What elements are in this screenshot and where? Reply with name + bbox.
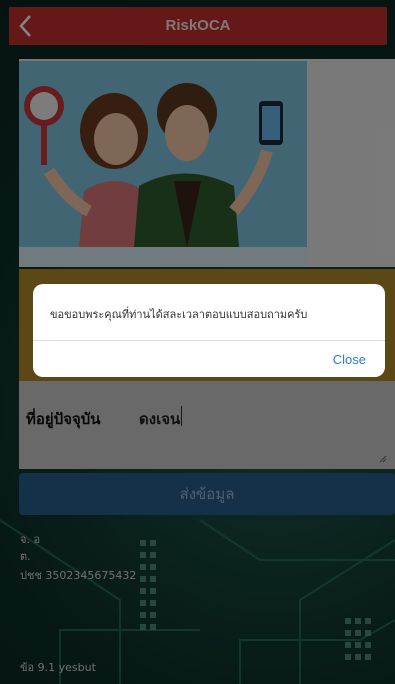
dialog-message: ขอขอบพระคุณที่ท่านได้สละเวลาตอบแบบสอบถาม… xyxy=(50,308,308,321)
thank-you-dialog: ขอขอบพระคุณที่ท่านได้สละเวลาตอบแบบสอบถาม… xyxy=(33,284,385,377)
close-button[interactable]: Close xyxy=(333,352,366,367)
dialog-divider xyxy=(33,340,385,341)
